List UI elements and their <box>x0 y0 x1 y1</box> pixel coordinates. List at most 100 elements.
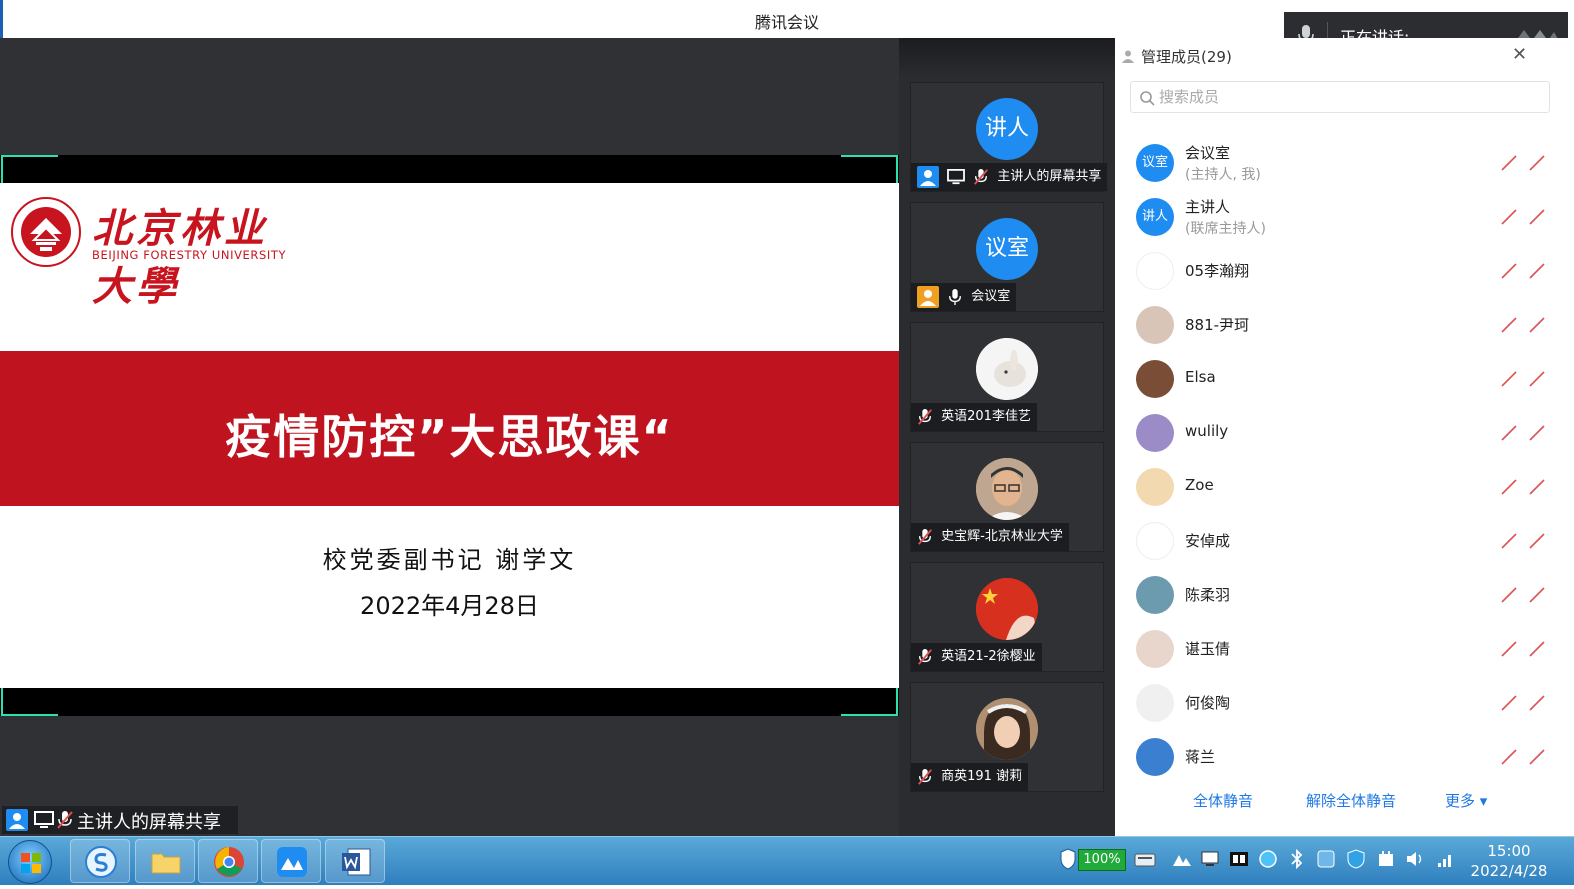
video-tile[interactable]: 议室 会议室 <box>910 202 1104 312</box>
member-list-item[interactable]: 05李瀚翔 <box>1130 244 1550 298</box>
video-off-icon[interactable] <box>1500 208 1518 226</box>
video-off-icon[interactable] <box>1500 262 1518 280</box>
mic-muted-icon[interactable] <box>1528 694 1546 712</box>
avatar <box>1136 630 1174 668</box>
mic-muted-icon[interactable] <box>1528 478 1546 496</box>
member-name: 主讲人 <box>1185 198 1231 216</box>
video-tile[interactable]: 讲人 主讲人的屏幕共享 <box>910 82 1108 192</box>
share-frame-corner <box>841 688 898 716</box>
video-off-icon[interactable] <box>1500 748 1518 766</box>
mic-muted-icon[interactable] <box>1528 640 1546 658</box>
member-list-item[interactable]: 谌玉倩 <box>1130 622 1550 676</box>
mic-muted-icon[interactable] <box>1528 748 1546 766</box>
video-tile-name: 会议室 <box>911 283 1017 311</box>
member-search[interactable] <box>1130 81 1550 113</box>
member-name: 陈柔羽 <box>1185 586 1231 604</box>
video-tile-name: 英语21-2徐樱业 <box>911 643 1042 671</box>
mic-muted-icon[interactable] <box>1528 262 1546 280</box>
close-icon[interactable]: ✕ <box>1512 44 1527 65</box>
chrome-icon <box>214 847 244 877</box>
search-input[interactable] <box>1159 86 1539 108</box>
bluetooth-icon[interactable] <box>1288 849 1306 869</box>
mute-all-button[interactable]: 全体静音 <box>1193 790 1253 811</box>
taskbar-chrome-app[interactable] <box>198 839 258 883</box>
mic-muted-icon[interactable] <box>1528 316 1546 334</box>
display-icon[interactable] <box>1200 849 1220 869</box>
participant-name: 主讲人的屏幕共享 <box>997 169 1102 184</box>
mic-muted-icon[interactable] <box>1528 370 1546 388</box>
avatar-photo <box>976 338 1038 400</box>
member-list-item[interactable]: 讲人 主讲人 (联席主持人) <box>1130 190 1550 244</box>
member-name: 881-尹珂 <box>1185 316 1250 334</box>
search-icon <box>1140 91 1155 106</box>
avatar <box>1136 252 1174 290</box>
taskbar-explorer-app[interactable] <box>135 839 195 883</box>
mic-muted-icon[interactable] <box>1528 208 1546 226</box>
power-icon[interactable] <box>1376 849 1396 869</box>
video-off-icon[interactable] <box>1500 316 1518 334</box>
university-logo: 北京林业大學 BEIJING FORESTRY UNIVERSITY <box>10 196 310 310</box>
slide-date: 2022年4月28日 <box>360 592 539 620</box>
member-list-item[interactable]: 881-尹珂 <box>1130 298 1550 352</box>
video-off-icon[interactable] <box>1500 586 1518 604</box>
volume-icon[interactable] <box>1405 849 1427 869</box>
app-tray-icon[interactable] <box>1229 849 1249 869</box>
video-off-icon[interactable] <box>1500 640 1518 658</box>
security-icon[interactable] <box>1346 849 1366 869</box>
video-tile[interactable]: 商英191 谢莉 <box>910 682 1104 792</box>
avatar: 议室 <box>1136 144 1174 182</box>
tencent-meeting-icon <box>277 847 307 877</box>
avatar <box>1136 360 1174 398</box>
member-list-item[interactable]: Elsa <box>1130 352 1550 406</box>
mic-muted-icon[interactable] <box>1528 586 1546 604</box>
mic-muted-icon[interactable] <box>1528 154 1546 172</box>
battery-indicator[interactable]: 100% <box>1078 849 1126 871</box>
member-list-item[interactable]: Zoe <box>1130 460 1550 514</box>
member-list-item[interactable]: 安倬成 <box>1130 514 1550 568</box>
video-tile[interactable]: 英语201李佳艺 <box>910 322 1104 432</box>
network-app-icon[interactable] <box>1316 849 1336 869</box>
member-list-item[interactable]: 陈柔羽 <box>1130 568 1550 622</box>
avatar <box>1136 414 1174 452</box>
taskbar-sogou-app[interactable] <box>70 839 130 883</box>
member-role: (联席主持人) <box>1185 221 1266 237</box>
taskbar <box>0 836 1574 885</box>
member-name: 05李瀚翔 <box>1185 262 1250 280</box>
video-off-icon[interactable] <box>1500 478 1518 496</box>
video-off-icon[interactable] <box>1500 532 1518 550</box>
video-tile[interactable]: 英语21-2徐樱业 <box>910 562 1104 672</box>
mic-muted-icon <box>918 648 932 665</box>
avatar: 讲人 <box>1136 198 1174 236</box>
taskbar-word-app[interactable] <box>325 839 385 883</box>
member-list-item[interactable]: 蒋兰 <box>1130 730 1550 784</box>
video-off-icon[interactable] <box>1500 694 1518 712</box>
more-button[interactable]: 更多 ▾ <box>1445 790 1487 811</box>
sync-icon[interactable] <box>1258 849 1278 869</box>
member-list-item[interactable]: 何俊陶 <box>1130 676 1550 730</box>
screen-share-icon <box>34 811 54 828</box>
start-button[interactable] <box>8 840 52 884</box>
video-tile[interactable]: 史宝辉-北京林业大学 <box>910 442 1104 552</box>
screen-share-icon <box>947 168 966 184</box>
members-panel-title: 管理成员(29) <box>1141 48 1232 66</box>
mic-muted-icon[interactable] <box>1528 424 1546 442</box>
keyboard-icon[interactable] <box>1134 850 1156 868</box>
unmute-all-button[interactable]: 解除全体静音 <box>1306 790 1396 811</box>
avatar-photo <box>976 698 1038 760</box>
video-off-icon[interactable] <box>1500 424 1518 442</box>
mic-muted-icon[interactable] <box>1528 532 1546 550</box>
tencent-meeting-tray-icon[interactable] <box>1172 850 1192 868</box>
member-list-item[interactable]: wulily <box>1130 406 1550 460</box>
avatar <box>1136 738 1174 776</box>
video-off-icon[interactable] <box>1500 370 1518 388</box>
member-name: Elsa <box>1185 368 1216 386</box>
member-list-item[interactable]: 议室 会议室 (主持人, 我) <box>1130 136 1550 190</box>
signal-icon[interactable] <box>1436 849 1456 869</box>
video-tile-name: 英语201李佳艺 <box>911 403 1037 431</box>
system-clock[interactable]: 15:00 2022/4/28 <box>1468 841 1550 881</box>
participant-name: 史宝辉-北京林业大学 <box>941 529 1063 544</box>
video-off-icon[interactable] <box>1500 154 1518 172</box>
mic-muted-icon <box>918 528 932 545</box>
taskbar-tencent-meeting-app[interactable] <box>261 839 321 883</box>
shield-icon[interactable] <box>1060 848 1076 870</box>
